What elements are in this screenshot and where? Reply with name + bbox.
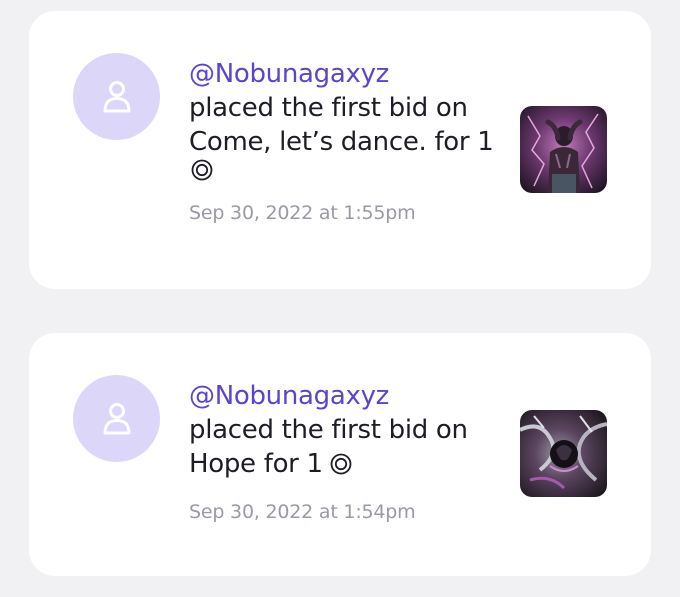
avatar[interactable] (73, 53, 160, 140)
notification-card[interactable]: @Nobunagaxyz placed the first bid on Hop… (29, 333, 651, 576)
notification-text: @Nobunagaxyz placed the first bid on Hop… (189, 379, 509, 524)
nft-thumbnail[interactable] (520, 410, 607, 497)
user-icon (103, 402, 130, 434)
notification-message: placed the first bid on Come, let’s danc… (189, 93, 494, 157)
currency-icon (330, 453, 352, 475)
avatar[interactable] (73, 375, 160, 462)
timestamp: Sep 30, 2022 at 1:54pm (189, 501, 416, 523)
user-handle-link[interactable]: @Nobunagaxyz (189, 379, 509, 413)
user-handle-link[interactable]: @Nobunagaxyz (189, 57, 509, 91)
currency-icon (191, 159, 213, 181)
notification-card[interactable]: @Nobunagaxyz placed the first bid on Com… (29, 11, 651, 289)
notification-message: placed the first bid on Hope for 1 (189, 415, 468, 479)
user-icon (103, 80, 130, 112)
notification-text: @Nobunagaxyz placed the first bid on Com… (189, 57, 509, 225)
nft-thumbnail[interactable] (520, 106, 607, 193)
timestamp: Sep 30, 2022 at 1:55pm (189, 202, 416, 224)
